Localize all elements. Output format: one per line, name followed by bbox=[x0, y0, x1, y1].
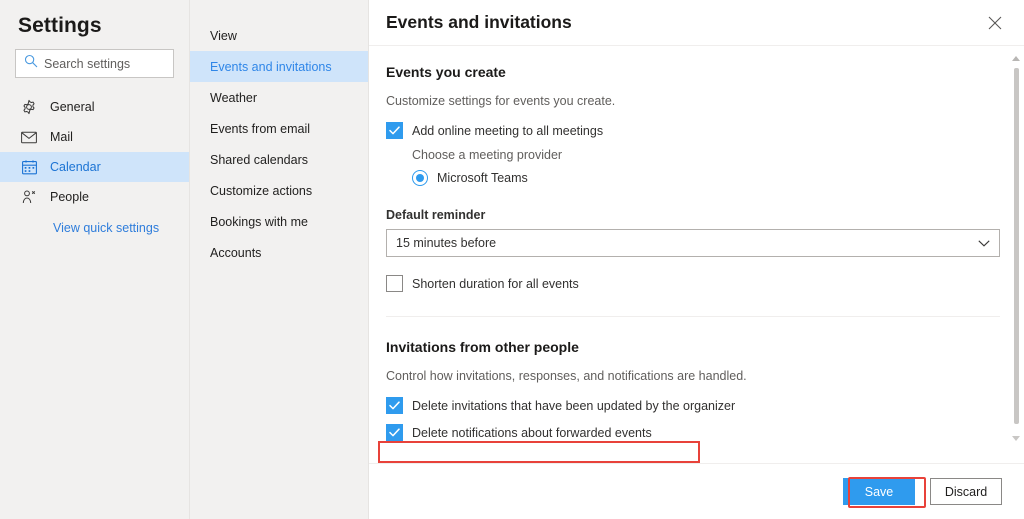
settings-detail-panel: Events and invitations Events you create… bbox=[369, 0, 1024, 519]
checkbox-label: Delete invitations that have been update… bbox=[412, 398, 736, 413]
subnav-item-events-and-invitations[interactable]: Events and invitations bbox=[190, 51, 368, 82]
panel-scrollbar[interactable] bbox=[1010, 52, 1022, 444]
search-box[interactable] bbox=[15, 49, 174, 78]
subnav-item-view[interactable]: View bbox=[190, 20, 368, 51]
checkbox-label: Delete notifications about forwarded eve… bbox=[412, 425, 652, 440]
discard-button[interactable]: Discard bbox=[930, 478, 1002, 505]
page-title: Settings bbox=[18, 14, 102, 37]
sidebar-item-people[interactable]: People bbox=[0, 182, 189, 212]
scrollbar-thumb[interactable] bbox=[1014, 68, 1019, 424]
checkbox-label: Shorten duration for all events bbox=[412, 276, 579, 291]
section-heading-events-you-create: Events you create bbox=[386, 64, 506, 80]
radio-label: Microsoft Teams bbox=[437, 171, 528, 185]
subnav-item-label: Accounts bbox=[210, 245, 262, 260]
section-divider bbox=[386, 316, 1000, 317]
radio-dot bbox=[416, 174, 424, 182]
close-icon[interactable] bbox=[980, 8, 1010, 38]
checkbox-row-shorten-duration[interactable]: Shorten duration for all events bbox=[386, 275, 1000, 292]
subnav-item-shared-calendars[interactable]: Shared calendars bbox=[190, 144, 368, 175]
subnav-item-accounts[interactable]: Accounts bbox=[190, 237, 368, 268]
save-button[interactable]: Save bbox=[843, 478, 915, 505]
panel-footer: Save Discard bbox=[369, 463, 1024, 519]
panel-title: Events and invitations bbox=[386, 12, 572, 32]
sidebar-item-label: Calendar bbox=[50, 160, 101, 174]
section-description-invitations-from-other-people: Control how invitations, responses, and … bbox=[386, 369, 747, 383]
subnav-item-label: Events from email bbox=[210, 121, 311, 136]
meeting-provider-prompt: Choose a meeting provider bbox=[412, 148, 563, 162]
checkbox-row-add-online-meeting[interactable]: Add online meeting to all meetings bbox=[386, 122, 1000, 139]
scroll-down-arrow-icon[interactable] bbox=[1010, 432, 1022, 444]
radio-microsoft-teams[interactable] bbox=[412, 170, 428, 186]
checkbox-row-delete-forwarded-notifications[interactable]: Delete notifications about forwarded eve… bbox=[386, 424, 1000, 441]
default-reminder-label: Default reminder bbox=[386, 208, 486, 222]
people-icon bbox=[20, 188, 38, 206]
settings-window: Settings General bbox=[0, 0, 1024, 519]
scroll-up-arrow-icon[interactable] bbox=[1010, 52, 1022, 64]
subnav-item-label: Customize actions bbox=[210, 183, 313, 198]
subnav-item-label: Bookings with me bbox=[210, 214, 308, 229]
subnav-item-bookings-with-me[interactable]: Bookings with me bbox=[190, 206, 368, 237]
calendar-subnav: View Events and invitations Weather Even… bbox=[190, 0, 369, 519]
section-description-events-you-create: Customize settings for events you create… bbox=[386, 94, 616, 108]
sidebar-nav-list: General Mail Calendar People bbox=[0, 92, 189, 212]
section-heading-invitations-from-other-people: Invitations from other people bbox=[386, 339, 579, 355]
envelope-icon bbox=[20, 128, 38, 146]
subnav-item-label: Weather bbox=[210, 90, 258, 105]
subnav-item-weather[interactable]: Weather bbox=[190, 82, 368, 113]
panel-body: Events you create Customize settings for… bbox=[369, 46, 1024, 463]
sidebar-item-calendar[interactable]: Calendar bbox=[0, 152, 189, 182]
view-quick-settings-link[interactable]: View quick settings bbox=[0, 221, 189, 235]
radio-row-microsoft-teams[interactable]: Microsoft Teams bbox=[412, 170, 1000, 186]
subnav-item-label: View bbox=[210, 28, 237, 43]
checkbox-shorten-duration[interactable] bbox=[386, 275, 403, 292]
checkbox-add-online-meeting[interactable] bbox=[386, 122, 403, 139]
settings-sidebar: Settings General bbox=[0, 0, 190, 519]
calendar-icon bbox=[20, 158, 38, 176]
sidebar-item-general[interactable]: General bbox=[0, 92, 189, 122]
default-reminder-dropdown[interactable]: 15 minutes before bbox=[386, 229, 1000, 257]
sidebar-item-label: General bbox=[50, 100, 95, 114]
checkbox-delete-forwarded-notifications[interactable] bbox=[386, 424, 403, 441]
default-reminder-value: 15 minutes before bbox=[396, 236, 497, 250]
sidebar-item-label: Mail bbox=[50, 130, 73, 144]
panel-header: Events and invitations bbox=[369, 0, 1024, 46]
checkbox-label: Add online meeting to all meetings bbox=[412, 123, 604, 138]
subnav-item-customize-actions[interactable]: Customize actions bbox=[190, 175, 368, 206]
checkbox-delete-updated-invitations[interactable] bbox=[386, 397, 403, 414]
checkbox-row-delete-updated-invitations[interactable]: Delete invitations that have been update… bbox=[386, 397, 1000, 414]
gear-icon bbox=[20, 98, 38, 116]
chevron-down-icon bbox=[978, 239, 990, 247]
subnav-item-events-from-email[interactable]: Events from email bbox=[190, 113, 368, 144]
search-input[interactable] bbox=[44, 56, 162, 71]
sidebar-item-mail[interactable]: Mail bbox=[0, 122, 189, 152]
subnav-item-label: Events and invitations bbox=[210, 59, 332, 74]
search-icon bbox=[24, 54, 38, 73]
subnav-item-label: Shared calendars bbox=[210, 152, 308, 167]
sidebar-item-label: People bbox=[50, 190, 89, 204]
